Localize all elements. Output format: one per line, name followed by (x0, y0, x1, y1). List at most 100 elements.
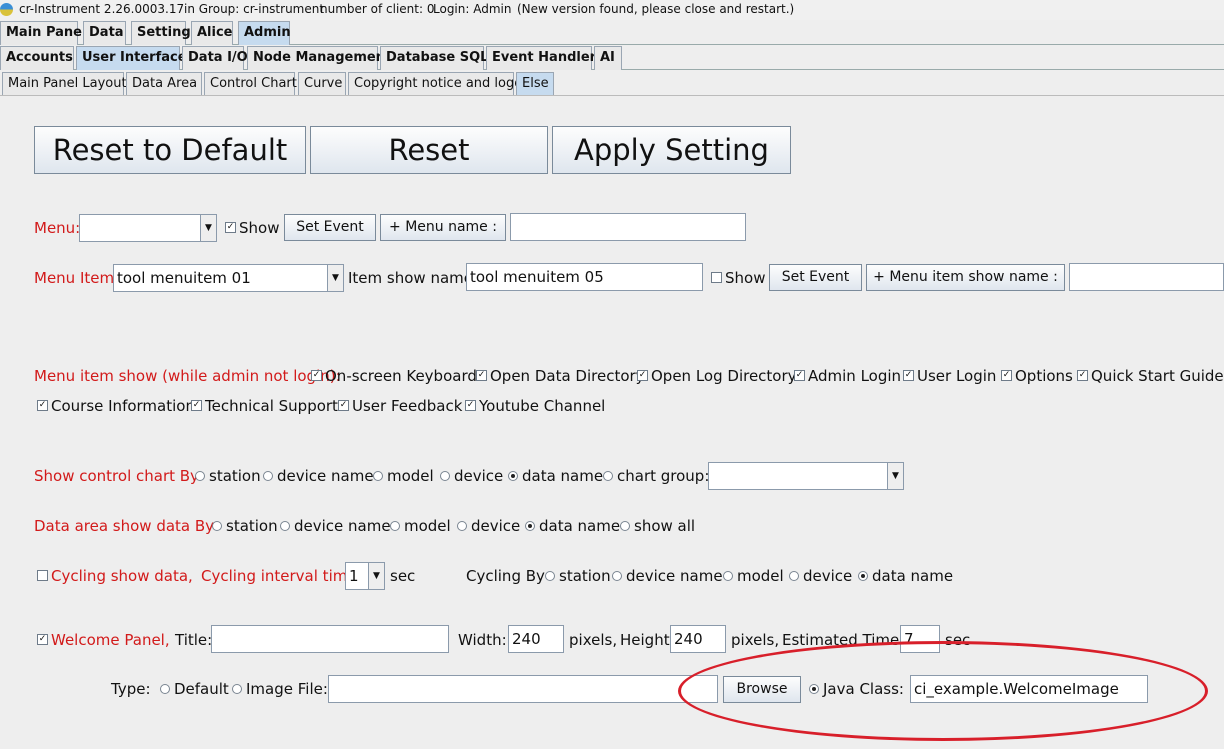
tab-data-area[interactable]: Data Area (126, 72, 202, 96)
tab-main-panel-layout[interactable]: Main Panel Layout (2, 72, 127, 96)
tab-data[interactable]: Data (83, 21, 126, 45)
estimated-time-input[interactable]: 7 (900, 625, 940, 653)
estimated-time-label: Estimated Time: (782, 631, 905, 649)
java-class-input[interactable]: ci_example.WelcomeImage (910, 675, 1148, 703)
chk-user-feedback[interactable]: ✓ (338, 400, 349, 411)
tab-admin[interactable]: Admin (238, 21, 291, 45)
tab-event-handler[interactable]: Event Handler (486, 46, 596, 70)
tab-copyright-logo[interactable]: Copyright notice and logo (348, 72, 522, 96)
label-cc-chart-group: chart group: (617, 467, 710, 485)
chevron-down-icon: ▼ (327, 265, 343, 291)
chk-user-login[interactable]: ✓ (903, 370, 914, 381)
radio-cc-device-name[interactable] (263, 471, 273, 481)
menu-select[interactable]: ▼ (79, 214, 217, 242)
welcome-title-label: Title: (175, 631, 213, 649)
radio-da-device[interactable] (457, 521, 467, 531)
welcome-checkbox[interactable]: ✓ (37, 634, 48, 645)
label-on-screen-keyboard: On-screen Keyboard (325, 367, 477, 385)
cycling-unit: sec (390, 567, 416, 585)
cycling-interval-select[interactable]: 1 ▼ (345, 562, 385, 590)
tab-database-sql[interactable]: Database SQL (380, 46, 488, 70)
admin-tab-bar: Accounts User Interface Data I/O Node Ma… (0, 46, 1224, 70)
radio-cc-device[interactable] (440, 471, 450, 481)
chk-open-data-directory[interactable]: ✓ (476, 370, 487, 381)
tab-main-panel[interactable]: Main Panel (0, 21, 86, 45)
cycling-interval-value: 1 (349, 567, 359, 585)
estimated-time-unit: sec (945, 631, 971, 649)
radio-da-device-name[interactable] (280, 521, 290, 531)
label-cy-data-name: data name (872, 567, 954, 585)
tab-data-io[interactable]: Data I/O (182, 46, 248, 70)
tab-control-chart[interactable]: Control Chart (204, 72, 297, 96)
menu-name-button[interactable]: + Menu name : (380, 214, 506, 241)
reset-button[interactable]: Reset (310, 126, 548, 174)
chk-open-log-directory[interactable]: ✓ (637, 370, 648, 381)
radio-cy-device-name[interactable] (612, 571, 622, 581)
width-label: Width: (458, 631, 507, 649)
radio-cy-model[interactable] (723, 571, 733, 581)
label-open-log-directory: Open Log Directory (651, 367, 797, 385)
menu-set-event-button[interactable]: Set Event (284, 214, 376, 241)
label-user-feedback: User Feedback (352, 397, 463, 415)
chevron-down-icon: ▼ (368, 563, 384, 589)
chk-admin-login[interactable]: ✓ (794, 370, 805, 381)
tab-curve[interactable]: Curve (298, 72, 346, 96)
chk-quick-start-guide[interactable]: ✓ (1077, 370, 1088, 381)
label-cy-device: device (803, 567, 853, 585)
welcome-title-input[interactable] (211, 625, 449, 653)
radio-da-show-all[interactable] (620, 521, 630, 531)
width-unit: pixels, (569, 631, 618, 649)
radio-da-station[interactable] (212, 521, 222, 531)
radio-cy-device[interactable] (789, 571, 799, 581)
reset-to-default-button[interactable]: Reset to Default (34, 126, 306, 174)
settings-panel (0, 95, 1224, 749)
radio-da-data-name[interactable] (525, 521, 535, 531)
item-show-name-input[interactable]: tool menuitem 05 (466, 263, 703, 291)
chk-technical-support[interactable]: ✓ (191, 400, 202, 411)
menu-item-select[interactable]: tool menuitem 01 ▼ (113, 264, 344, 292)
radio-type-java-class[interactable] (809, 684, 819, 694)
label-cc-device: device (454, 467, 504, 485)
radio-cy-data-name[interactable] (858, 571, 868, 581)
radio-cc-model[interactable] (373, 471, 383, 481)
height-input[interactable]: 240 (670, 625, 726, 653)
menu-name-input[interactable] (510, 213, 746, 241)
tab-alice[interactable]: Alice (191, 21, 233, 45)
welcome-label: Welcome Panel, (51, 631, 170, 649)
tab-setting[interactable]: Setting (131, 21, 191, 45)
radio-cy-station[interactable] (545, 571, 555, 581)
tab-ai[interactable]: AI (594, 46, 622, 70)
tab-accounts[interactable]: Accounts (0, 46, 74, 70)
chk-on-screen-keyboard[interactable]: ✓ (311, 370, 322, 381)
width-input[interactable]: 240 (508, 625, 564, 653)
cycling-checkbox[interactable] (37, 570, 48, 581)
image-file-input[interactable] (328, 675, 718, 703)
label-cy-station: station (559, 567, 611, 585)
tab-node-management[interactable]: Node Management (247, 46, 391, 70)
chevron-down-icon: ▼ (200, 215, 216, 241)
menu-item-label: Menu Item: (34, 269, 120, 287)
radio-da-model[interactable] (390, 521, 400, 531)
label-admin-login: Admin Login (808, 367, 902, 385)
tab-user-interface[interactable]: User Interface (76, 46, 187, 70)
menu-show-checkbox[interactable]: ✓ (225, 222, 236, 233)
radio-cc-data-name[interactable] (508, 471, 518, 481)
browse-button[interactable]: Browse (723, 676, 801, 703)
label-da-station: station (226, 517, 278, 535)
radio-type-image-file[interactable] (232, 684, 242, 694)
chk-options[interactable]: ✓ (1001, 370, 1012, 381)
menu-item-set-event-button[interactable]: Set Event (769, 264, 862, 291)
tab-else[interactable]: Else (516, 72, 554, 96)
chk-youtube-channel[interactable]: ✓ (465, 400, 476, 411)
menu-item-select-value: tool menuitem 01 (117, 269, 251, 287)
chk-course-information[interactable]: ✓ (37, 400, 48, 411)
apply-setting-button[interactable]: Apply Setting (552, 126, 791, 174)
radio-type-default[interactable] (160, 684, 170, 694)
radio-cc-chart-group[interactable] (603, 471, 613, 481)
chart-group-select[interactable]: ▼ (708, 462, 904, 490)
menu-item-show-label: Menu item show (while admin not login): (34, 367, 341, 385)
menu-item-show-checkbox[interactable] (711, 272, 722, 283)
menu-item-show-name-button[interactable]: + Menu item show name : (866, 264, 1065, 291)
menu-item-show-name-input[interactable] (1069, 263, 1224, 291)
radio-cc-station[interactable] (195, 471, 205, 481)
